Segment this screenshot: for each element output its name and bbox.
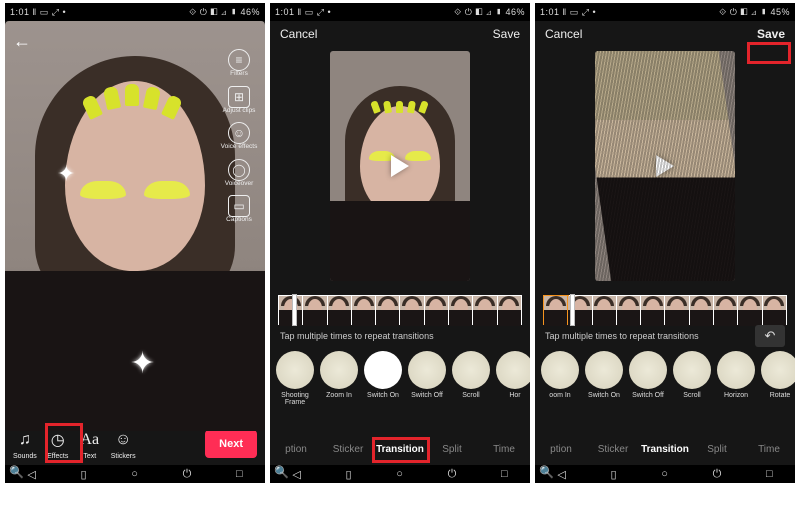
fx-scroll[interactable]: Scroll xyxy=(673,351,711,399)
play-icon[interactable] xyxy=(656,155,674,177)
phone-transition-select: 1:01‖ ▭ ⤢ • ⟐ ⏻ ◧ ⊿ ▮ 46% Cancel Save Ta… xyxy=(270,3,530,483)
tab-transition[interactable]: Transition xyxy=(374,444,426,455)
cancel-button[interactable]: Cancel xyxy=(545,27,582,41)
transition-row[interactable]: Shooting Frame Zoom In Switch On Switch … xyxy=(270,351,530,421)
nav-home-icon[interactable]: ○ xyxy=(661,468,668,480)
nav-stack-icon[interactable]: ▯ xyxy=(81,468,87,481)
tab-transition[interactable]: Transition xyxy=(639,444,691,455)
status-bar: 1:01‖ ▭ ⤢ • ⟐ ⏻ ◧ ⊿ ▮ 46% xyxy=(270,3,530,21)
nav-recent-icon[interactable]: □ xyxy=(766,468,773,480)
save-button[interactable]: Save xyxy=(493,27,520,41)
nav-recent-icon[interactable]: □ xyxy=(236,468,243,480)
adjust-clips-button[interactable]: ⊞Adjust clips xyxy=(217,86,261,115)
tab-split[interactable]: Split xyxy=(426,444,478,455)
undo-button[interactable]: ↶ xyxy=(755,325,785,347)
voice-effects-button[interactable]: ☺Voice effects xyxy=(217,122,261,151)
next-button[interactable]: Next xyxy=(205,430,257,458)
nav-home-icon[interactable]: ○ xyxy=(396,468,403,480)
save-button[interactable]: Save xyxy=(757,27,785,41)
magnifier-icon[interactable]: 🔍 xyxy=(9,465,24,479)
status-bar: 1:01‖ ▭ ⤢ • ⟐ ⏻ ◧ ⊿ ▮ 45% xyxy=(535,3,795,21)
nav-power-icon[interactable]: ⏻ xyxy=(713,468,722,481)
fx-switch-off[interactable]: Switch Off xyxy=(408,351,446,399)
nav-back-icon[interactable]: ◁ xyxy=(27,468,35,481)
fx-scroll[interactable]: Scroll xyxy=(452,351,490,399)
hint-text: Tap multiple times to repeat transitions xyxy=(280,331,434,341)
hint-text: Tap multiple times to repeat transitions xyxy=(545,331,699,341)
tab-time[interactable]: Time xyxy=(743,444,795,455)
fx-zoom-in-partial[interactable]: oom In xyxy=(541,351,579,399)
bottom-tabs: ption Sticker Transition Split Time xyxy=(270,433,530,465)
playhead[interactable] xyxy=(571,295,574,325)
phone-post-capture: 1:01‖ ▭ ⤢ • ⟐ ⏻ ◧ ⊿ ▮ 46% ✦✦ ← ≡Filters … xyxy=(5,3,265,483)
nav-stack-icon[interactable]: ▯ xyxy=(346,468,352,481)
tab-sticker[interactable]: Sticker xyxy=(587,444,639,455)
stickers-button[interactable]: ☺Stickers xyxy=(111,429,136,460)
filters-button[interactable]: ≡Filters xyxy=(217,49,261,78)
fx-switch-off[interactable]: Switch Off xyxy=(629,351,667,399)
timeline[interactable] xyxy=(543,295,787,325)
play-icon[interactable] xyxy=(391,155,409,177)
nav-back-icon[interactable]: ◁ xyxy=(557,468,565,481)
tab-caption-partial[interactable]: ption xyxy=(535,444,587,455)
cancel-button[interactable]: Cancel xyxy=(280,27,317,41)
side-toolbar: ≡Filters ⊞Adjust clips ☺Voice effects ◯V… xyxy=(217,49,261,224)
back-arrow-icon[interactable]: ← xyxy=(13,31,31,52)
nav-back-icon[interactable]: ◁ xyxy=(292,468,300,481)
tab-caption-partial[interactable]: ption xyxy=(270,444,322,455)
filters-icon: ≡ xyxy=(228,49,250,71)
music-icon: ♫ xyxy=(14,429,36,451)
playhead[interactable] xyxy=(293,295,296,325)
highlight-save xyxy=(747,42,791,64)
fx-switch-on[interactable]: Switch On xyxy=(585,351,623,399)
fx-horizon[interactable]: Horizon xyxy=(717,351,755,399)
transition-row[interactable]: oom In Switch On Switch Off Scroll Horiz… xyxy=(535,351,795,421)
adjust-clips-icon: ⊞ xyxy=(228,86,250,108)
magnifier-icon[interactable]: 🔍 xyxy=(539,465,554,479)
system-nav: ◁ ▯ ○ ⏻ □ xyxy=(535,465,795,483)
stickers-icon: ☺ xyxy=(112,429,134,451)
status-bar: 1:01‖ ▭ ⤢ • ⟐ ⏻ ◧ ⊿ ▮ 46% xyxy=(5,3,265,21)
effects-button[interactable]: ◷Effects xyxy=(47,429,69,460)
captions-button[interactable]: ▭Captions xyxy=(217,195,261,224)
fx-rotate[interactable]: Rotate xyxy=(761,351,795,399)
bottom-tabs: ption Sticker Transition Split Time xyxy=(535,433,795,465)
nav-recent-icon[interactable]: □ xyxy=(501,468,508,480)
phone-transition-applied: 1:01‖ ▭ ⤢ • ⟐ ⏻ ◧ ⊿ ▮ 45% Cancel Save Ta… xyxy=(535,3,795,483)
tab-sticker[interactable]: Sticker xyxy=(322,444,374,455)
fx-shooting-frame[interactable]: Shooting Frame xyxy=(276,351,314,407)
magnifier-icon[interactable]: 🔍 xyxy=(274,465,289,479)
fx-horizon[interactable]: Hor xyxy=(496,351,530,399)
nav-stack-icon[interactable]: ▯ xyxy=(611,468,617,481)
captions-icon: ▭ xyxy=(228,195,250,217)
voice-effects-icon: ☺ xyxy=(228,122,250,144)
timeline[interactable] xyxy=(278,295,522,325)
nav-home-icon[interactable]: ○ xyxy=(131,468,138,480)
fx-zoom-in[interactable]: Zoom In xyxy=(320,351,358,399)
system-nav: ◁ ▯ ○ ⏻ □ xyxy=(5,465,265,483)
tab-time[interactable]: Time xyxy=(478,444,530,455)
effects-icon: ◷ xyxy=(47,429,69,451)
text-icon: Aa xyxy=(79,429,101,451)
text-button[interactable]: AaText xyxy=(79,429,101,460)
voiceover-button[interactable]: ◯Voiceover xyxy=(217,159,261,188)
sounds-button[interactable]: ♫Sounds xyxy=(13,429,37,460)
tab-split[interactable]: Split xyxy=(691,444,743,455)
nav-power-icon[interactable]: ⏻ xyxy=(183,468,192,481)
system-nav: ◁ ▯ ○ ⏻ □ xyxy=(270,465,530,483)
nav-power-icon[interactable]: ⏻ xyxy=(448,468,457,481)
video-preview[interactable] xyxy=(595,51,735,281)
mic-icon: ◯ xyxy=(228,159,250,181)
fx-switch-on[interactable]: Switch On xyxy=(364,351,402,399)
video-preview[interactable] xyxy=(330,51,470,281)
